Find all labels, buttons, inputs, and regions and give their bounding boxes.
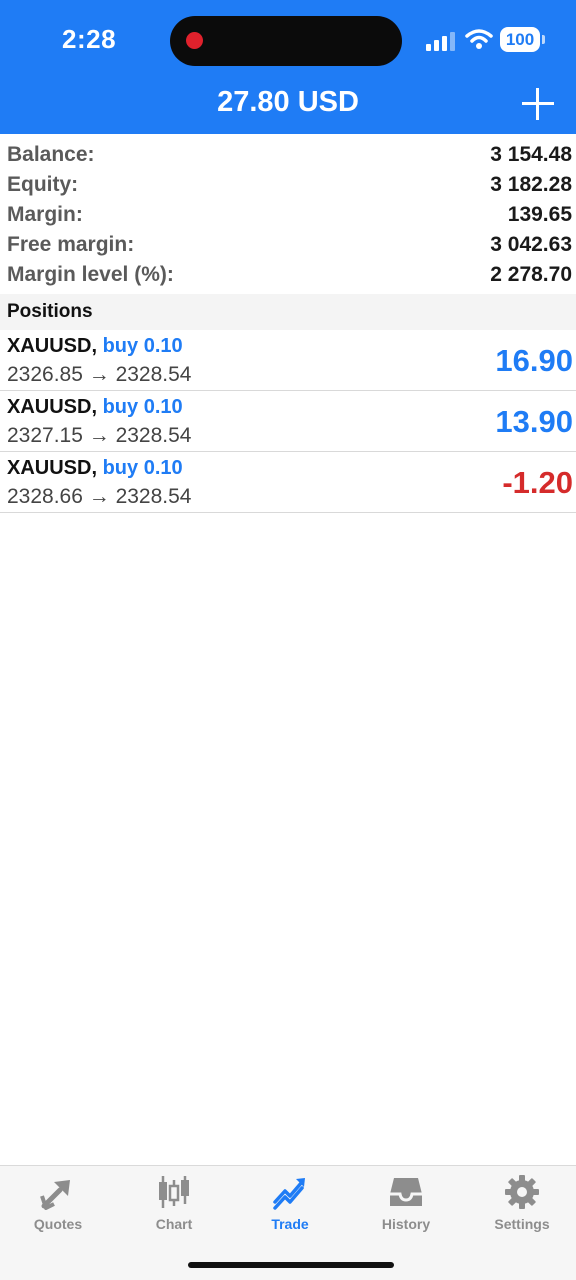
balance-row: Balance: 3 154.48 — [0, 140, 576, 170]
free-margin-value: 3 042.63 — [490, 233, 572, 256]
equity-row: Equity: 3 182.28 — [0, 170, 576, 200]
positions-header: Positions — [0, 294, 576, 330]
top-bar: 2:28 100 27.80 USD — [0, 0, 576, 134]
wifi-icon — [465, 29, 493, 49]
balance-label: Balance: — [7, 143, 95, 166]
position-prices: 2328.66 → 2328.54 — [7, 485, 192, 508]
equity-value: 3 182.28 — [490, 173, 572, 196]
margin-value: 139.65 — [507, 203, 572, 226]
trade-icon — [273, 1178, 305, 1210]
candlestick-icon — [159, 1176, 189, 1208]
home-indicator — [188, 1262, 394, 1268]
tab-history-label: History — [381, 1216, 431, 1232]
positions-list: XAUUSD, buy 0.10 2326.85 → 2328.54 16.90… — [0, 330, 576, 513]
position-row[interactable]: XAUUSD, buy 0.10 2327.15 → 2328.54 13.90 — [0, 391, 576, 452]
position-symbol: XAUUSD, — [7, 396, 98, 418]
status-time: 2:28 — [62, 24, 117, 54]
tab-quotes-label: Quotes — [33, 1216, 83, 1232]
free-margin-label: Free margin: — [7, 233, 135, 256]
gear-icon — [505, 1175, 539, 1209]
plus-icon[interactable] — [522, 88, 554, 120]
margin-row: Margin: 139.65 — [0, 200, 576, 230]
position-row[interactable]: XAUUSD, buy 0.10 2326.85 → 2328.54 16.90 — [0, 330, 576, 391]
free-margin-row: Free margin: 3 042.63 — [0, 230, 576, 260]
position-symbol: XAUUSD, — [7, 335, 98, 357]
page-title: 27.80 USD — [217, 86, 359, 118]
position-side: buy 0.10 — [102, 396, 183, 418]
tab-history[interactable]: History — [348, 1166, 464, 1246]
tab-trade[interactable]: Trade — [232, 1166, 348, 1246]
margin-level-value: 2 278.70 — [490, 263, 572, 286]
margin-label: Margin: — [7, 203, 83, 226]
position-prices: 2327.15 → 2328.54 — [7, 424, 192, 447]
battery-cap — [542, 35, 545, 44]
tab-chart[interactable]: Chart — [116, 1166, 232, 1246]
position-profit: 13.90 — [495, 404, 573, 439]
position-prices: 2326.85 → 2328.54 — [7, 363, 192, 386]
cellular-signal-icon — [426, 31, 458, 51]
tab-trade-label: Trade — [271, 1216, 309, 1232]
position-symbol: XAUUSD, — [7, 457, 98, 479]
equity-label: Equity: — [7, 173, 79, 196]
position-side: buy 0.10 — [102, 335, 183, 357]
dynamic-island — [170, 16, 402, 66]
tab-settings-label: Settings — [494, 1216, 550, 1232]
tab-chart-label: Chart — [155, 1216, 193, 1232]
position-row[interactable]: XAUUSD, buy 0.10 2328.66 → 2328.54 -1.20 — [0, 452, 576, 513]
quotes-icon — [40, 1180, 70, 1210]
tab-quotes[interactable]: Quotes — [0, 1166, 116, 1246]
margin-level-label: Margin level (%): — [7, 263, 174, 286]
position-profit: -1.20 — [502, 465, 573, 500]
tab-settings[interactable]: Settings — [464, 1166, 576, 1246]
recording-indicator-icon — [186, 32, 203, 49]
balance-value: 3 154.48 — [490, 143, 572, 166]
battery-icon: 100 — [500, 27, 540, 52]
margin-level-row: Margin level (%): 2 278.70 — [0, 260, 576, 290]
position-side: buy 0.10 — [102, 457, 183, 479]
inbox-icon — [390, 1178, 422, 1206]
position-profit: 16.90 — [495, 343, 573, 378]
account-summary: Balance: 3 154.48 Equity: 3 182.28 Margi… — [0, 140, 576, 290]
